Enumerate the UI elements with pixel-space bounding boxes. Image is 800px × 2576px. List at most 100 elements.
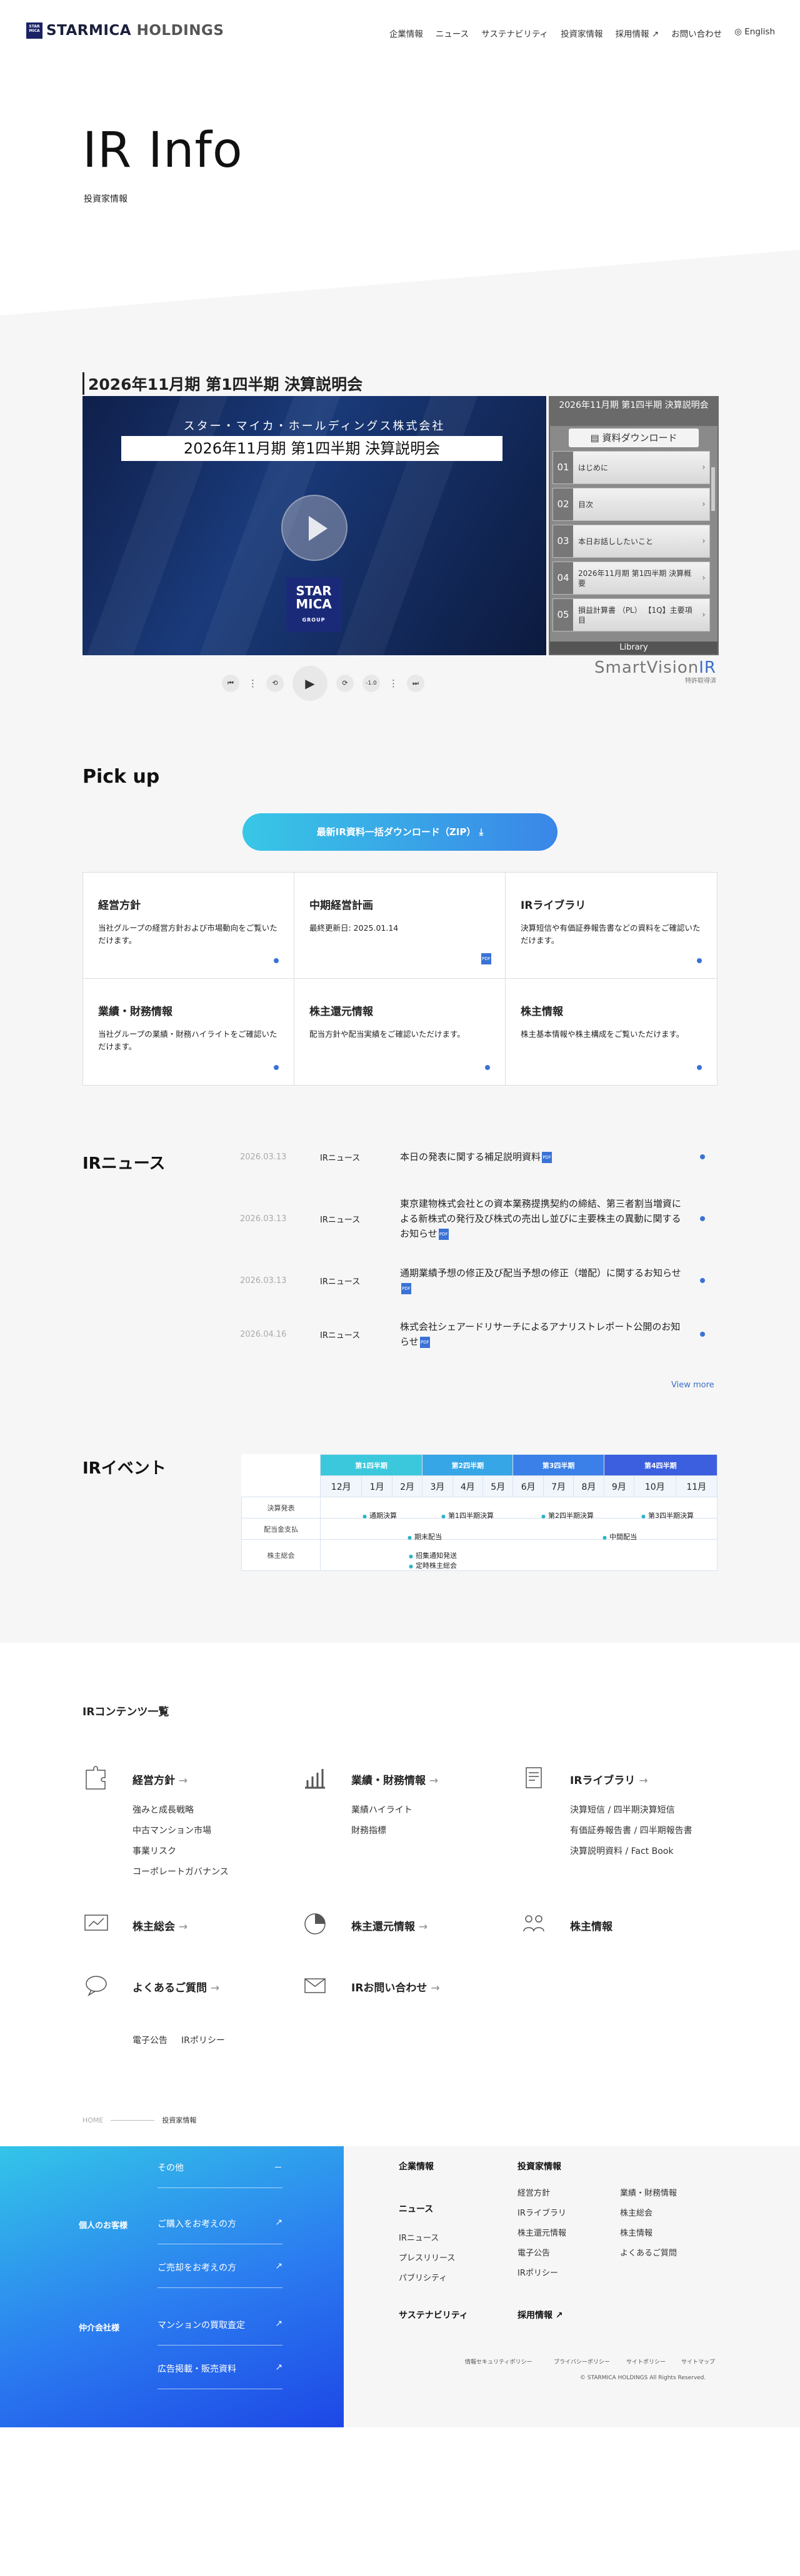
chapter-item[interactable]: 05 損益計算書 （PL） 【1Q】主要項目 › [552,598,710,632]
contents-link[interactable]: 業績ハイライト [351,1800,412,1821]
misc-links: 電子公告 IRポリシー [132,2034,225,2046]
footer-link[interactable]: 株主情報 [620,2226,652,2238]
nav-sustainability[interactable]: サステナビリティ [481,27,548,39]
footer-ir[interactable]: 投資家情報 [518,2160,561,2172]
footer-sell-link[interactable]: ご売却をお考えの方 ↗ [158,2261,282,2288]
footer-link[interactable]: 業績・財務情報 [620,2186,677,2198]
external-link-icon: ↗ [275,2261,282,2271]
footer-bottom-link[interactable]: サイトポリシー [626,2357,666,2365]
play-button[interactable]: ▶ [292,666,328,701]
footer-link[interactable]: パブリシティ [399,2271,447,2283]
footer-buy-link[interactable]: ご購入をお考えの方 ↗ [158,2217,282,2244]
pdf-icon: PDF [419,1336,430,1348]
rewind-icon[interactable]: ⟲ [266,675,284,692]
news-item[interactable]: 2026.03.13 IRニュース 通期業績予想の修正及び配当予想の修正（増配）に関… [240,1262,710,1299]
download-materials-button[interactable]: ▤ 資料ダウンロード [569,429,699,447]
footer-recruit[interactable]: 採用情報 ↗ [518,2309,563,2321]
chapter-sidebar: 2026年11月期 第1四半期 決算説明会 ▤ 資料ダウンロード 01 はじめに ›… [549,396,719,655]
chevron-right-icon: › [702,573,706,583]
smartvision-brand: SmartVisionIR 特許取得済 [594,658,716,685]
breadcrumb: HOME 投資家情報 [82,2115,196,2125]
library-tab[interactable]: Library [550,642,718,654]
footer-bottom-link[interactable]: プライバシーポリシー [554,2357,610,2365]
footer-sustainability[interactable]: サステナビリティ [399,2309,468,2321]
pickup-card-plan[interactable]: 中期経営計画 最終更新日: 2025.01.14 PDF [294,873,506,979]
footer-company[interactable]: 企業情報 [399,2160,434,2172]
contents-link[interactable]: 中古マンション市場 [132,1821,229,1841]
video-logo: STAR MICA GROUP [286,577,341,632]
arrow-right-icon: → [418,1921,428,1933]
play-icon[interactable] [281,495,348,561]
footer-link[interactable]: 株主総会 [620,2206,652,2218]
arrow-right-icon: → [178,1775,188,1787]
pdf-icon: PDF [401,1282,411,1294]
public-notice-link[interactable]: 電子公告 [132,2034,168,2046]
video-player[interactable]: スター・マイカ・ホールディングス株式会社 2026年11月期 第1四半期 決算説… [82,396,546,655]
contents-link[interactable]: 決算説明資料 / Fact Book [570,1841,692,1862]
more-icon-2[interactable]: ⋮ [389,678,398,689]
footer-bottom-link[interactable]: 情報セキュリティポリシー [465,2357,532,2365]
download-zip-button[interactable]: 最新IR資料一括ダウンロード（ZIP） ⤓ [242,813,558,851]
footer-link[interactable]: プレスリリース [399,2251,455,2263]
footer-link[interactable]: 経営方針 [518,2186,550,2198]
footer-link[interactable]: IRライブラリ [518,2206,566,2218]
footer-link[interactable]: よくあるご質問 [620,2246,677,2258]
language-switch[interactable]: ◎ English [734,27,775,39]
breadcrumb-home[interactable]: HOME [82,2116,103,2124]
footer-bottom-link[interactable]: サイトマップ [681,2357,715,2365]
chapter-item[interactable]: 02 目次 › [552,488,710,521]
forward-icon[interactable]: ⟳ [336,675,354,692]
event-mark: 招集通知発送 [409,1550,457,1560]
arrow-right-icon: → [178,1921,188,1933]
view-more-link[interactable]: View more [671,1380,714,1390]
pickup-card-return[interactable]: 株主還元情報 配当方針や配当実績をご確認いただけます。 [294,979,506,1085]
news-item[interactable]: 2026.03.13 IRニュース 東京建物株式会社との資本業務提携契約の締結、第三… [240,1192,710,1246]
arrow-right-icon: → [429,1775,439,1787]
nav-company[interactable]: 企業情報 [389,27,423,39]
pickup-card-financial[interactable]: 業績・財務情報 当社グループの業績・財務ハイライトをご確認いただけます。 [83,979,294,1085]
chapter-item[interactable]: 01 はじめに › [552,451,710,484]
footer-link[interactable]: 株主還元情報 [518,2226,566,2238]
pickup-card-policy[interactable]: 経営方針 当社グループの経営方針および市場動向をご覧いただけます。 [83,873,294,979]
chevron-right-icon: › [702,500,706,509]
news-item[interactable]: 2026.03.13 IRニュース 本日の発表に関する補足説明資料 PDF [240,1138,710,1176]
news-item[interactable]: 2026.04.16 IRニュース 株式会社シェアードリサーチによるアナリストレポー… [240,1315,710,1353]
contents-link[interactable]: 強みと成長戦略 [132,1800,229,1821]
nav-contact[interactable]: お問い合わせ [671,27,722,39]
contents-link[interactable]: 事業リスク [132,1841,229,1862]
contents-link[interactable]: 財務指標 [351,1821,412,1841]
month-cell: 5月 [482,1475,514,1497]
nav-ir[interactable]: 投資家情報 [561,27,603,39]
footer-link[interactable]: IRポリシー [518,2266,558,2278]
mail-icon [304,1978,326,1993]
ir-policy-link[interactable]: IRポリシー [181,2034,225,2046]
nav-news[interactable]: ニュース [436,27,469,39]
footer-other-link[interactable]: その他－ [158,2161,282,2188]
footer-link[interactable]: IRニュース [399,2231,439,2243]
pickup-card-shareholder[interactable]: 株主情報 株主基本情報や株主構成をご覧いただけます。 [506,979,717,1085]
nav-recruit[interactable]: 採用情報 ↗ [616,27,659,39]
speed-button[interactable]: -1.0 [362,675,380,692]
month-cell: 1月 [361,1475,392,1497]
arrow-dot-icon [700,1216,705,1221]
skip-back-icon[interactable]: ⏮ [222,675,239,692]
contents-link[interactable]: コーポレートガバナンス [132,1862,229,1883]
sidebar-scrollbar[interactable] [711,467,715,511]
footer-ads-link[interactable]: 広告掲載・販売資料 ↗ [158,2362,282,2389]
pickup-card-library[interactable]: IRライブラリ 決算短信や有価証券報告書などの資料をご確認いただけます。 [506,873,717,979]
more-icon[interactable]: ⋮ [248,678,258,689]
skip-forward-icon[interactable]: ⏭ [407,675,424,692]
footer-link[interactable]: 電子公告 [518,2246,550,2258]
chapter-item[interactable]: 04 2026年11月期 第1四半期 決算概要 › [552,562,710,595]
chapter-item[interactable]: 03 本日お話ししたいこと › [552,525,710,558]
footer-news[interactable]: ニュース [399,2202,433,2215]
news-title: IRニュース [82,1154,166,1173]
company-logo[interactable]: STAR MICA STARMICA HOLDINGS [26,22,224,39]
presentation-icon [84,1915,108,1931]
footer-purchase-link[interactable]: マンションの買取査定 ↗ [158,2319,282,2346]
month-cell: 7月 [542,1475,574,1497]
contents-link[interactable]: 決算短信 / 四半期決算短信 [570,1800,692,1821]
contents-link[interactable]: 有価証券報告書 / 四半期報告書 [570,1821,692,1841]
pie-chart-icon [304,1913,326,1934]
arrow-dot-icon [697,1065,702,1070]
